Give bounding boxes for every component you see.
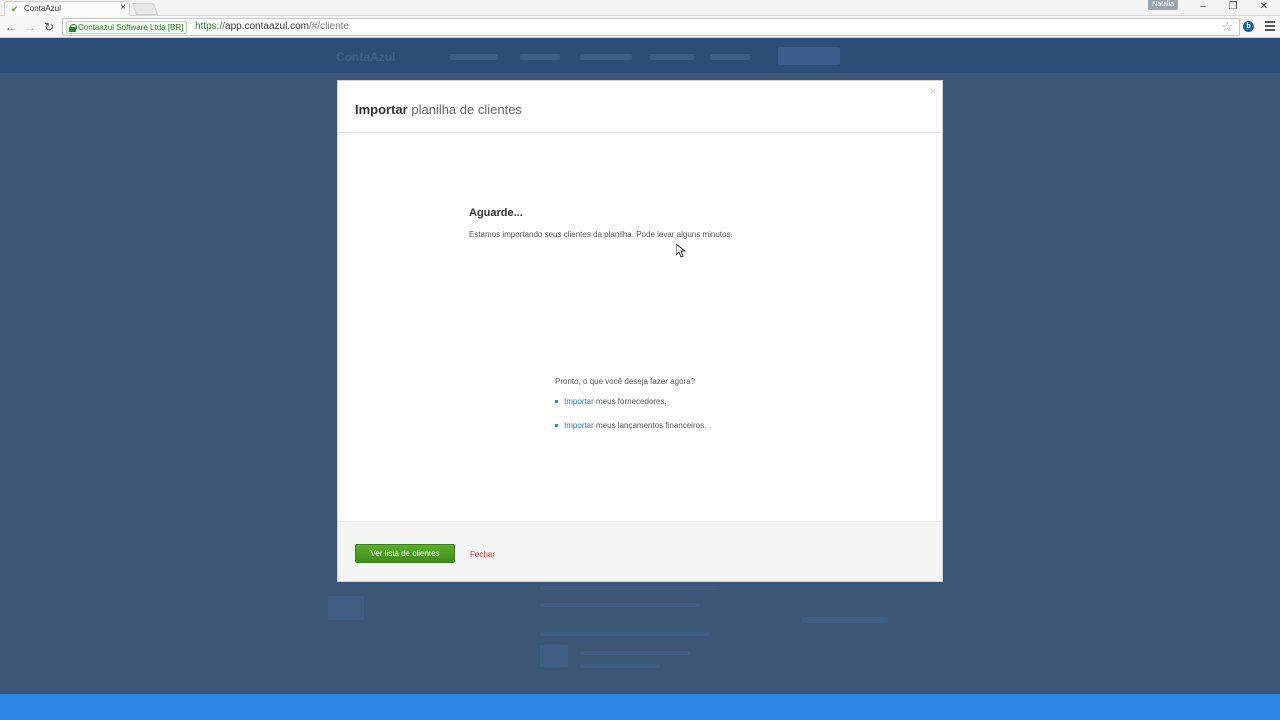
browser-tab[interactable]: ✔ ContaAzul × [4, 1, 130, 16]
app-header [0, 38, 1280, 73]
background-card [540, 645, 568, 667]
wait-text: Estamos importando seus clientes da plan… [469, 230, 733, 239]
bookmark-star-icon[interactable]: ☆ [1221, 20, 1233, 34]
modal-close-icon[interactable]: × [930, 86, 936, 98]
new-tab-button[interactable] [131, 3, 159, 15]
ev-certificate-chip[interactable]: Contaazul Software Ltda [BR] [66, 21, 188, 34]
lock-icon [69, 23, 77, 32]
url-path: /#/cliente [308, 21, 349, 32]
tab-close-icon[interactable]: × [120, 2, 126, 13]
app-nav-item [580, 54, 632, 60]
app-nav-item [650, 54, 694, 60]
browser-toolbar: ← → ↻ Contaazul Software Ltda [BR] https… [0, 16, 1280, 38]
minimize-button[interactable]: – [1189, 0, 1217, 14]
import-modal: Importar planilha de clientes × Aguarde.… [337, 80, 943, 582]
next-steps-title: Pronto, o que você deseja fazer agora? [555, 377, 696, 386]
background-card [328, 596, 364, 620]
restore-button[interactable]: ❐ [1219, 0, 1247, 14]
wait-title: Aguarde... [469, 207, 523, 219]
bottom-bar [0, 694, 1280, 720]
app-nav-item [710, 54, 750, 60]
tab-title: ContaAzul [24, 4, 61, 13]
back-button[interactable]: ← [3, 19, 19, 35]
ev-label: Contaazul Software Ltda [BR] [78, 23, 184, 32]
import-financial-entries-link[interactable]: Importar [564, 421, 594, 430]
next-step-text: meus lançamentos financeiros. [593, 421, 707, 430]
modal-footer: Ver lista de clientes Fechar [338, 521, 942, 581]
next-step-text: meus fornecedores. [593, 397, 667, 406]
profile-badge[interactable]: Natalia [1148, 0, 1178, 10]
bullet-icon [555, 400, 558, 403]
modal-title-rest: planilha de clientes [407, 102, 522, 117]
url-scheme: https:// [195, 21, 226, 32]
bullet-icon [555, 424, 558, 427]
background-line [580, 651, 690, 655]
background-line [540, 603, 700, 607]
next-step-item: Importar meus fornecedores. [555, 397, 667, 406]
mouse-cursor-icon [676, 244, 686, 258]
reload-button[interactable]: ↻ [41, 19, 57, 35]
background-line [540, 632, 710, 636]
app-nav-item [450, 54, 498, 60]
background-line [540, 586, 720, 590]
url-text: https://app.contaazul.com/#/cliente [195, 21, 349, 32]
contaazul-favicon-icon: ✔ [11, 4, 19, 14]
view-clients-button[interactable]: Ver lista de clientes [355, 544, 455, 563]
modal-title: Importar planilha de clientes [355, 102, 522, 117]
app-nav-item [520, 54, 560, 60]
browser-tab-bar: ✔ ContaAzul × Natalia – ❐ ✕ [0, 0, 1280, 16]
forward-button[interactable]: → [22, 19, 38, 35]
app-logo: ContaAzul [336, 50, 396, 64]
close-link[interactable]: Fechar [470, 550, 495, 559]
modal-header: Importar planilha de clientes × [338, 81, 942, 133]
background-line [580, 664, 660, 668]
modal-title-bold: Importar [355, 102, 408, 117]
address-bar[interactable]: Contaazul Software Ltda [BR] https://app… [62, 18, 1240, 36]
next-step-item: Importar meus lançamentos financeiros. [555, 421, 706, 430]
browser-menu-icon[interactable] [1265, 21, 1275, 31]
background-line [802, 617, 888, 623]
app-header-button [778, 47, 840, 65]
import-suppliers-link[interactable]: Importar [564, 397, 594, 406]
extension-icon[interactable]: b [1243, 21, 1254, 32]
window-close-button[interactable]: ✕ [1250, 0, 1278, 14]
url-host: app.contaazul.com [225, 21, 309, 32]
